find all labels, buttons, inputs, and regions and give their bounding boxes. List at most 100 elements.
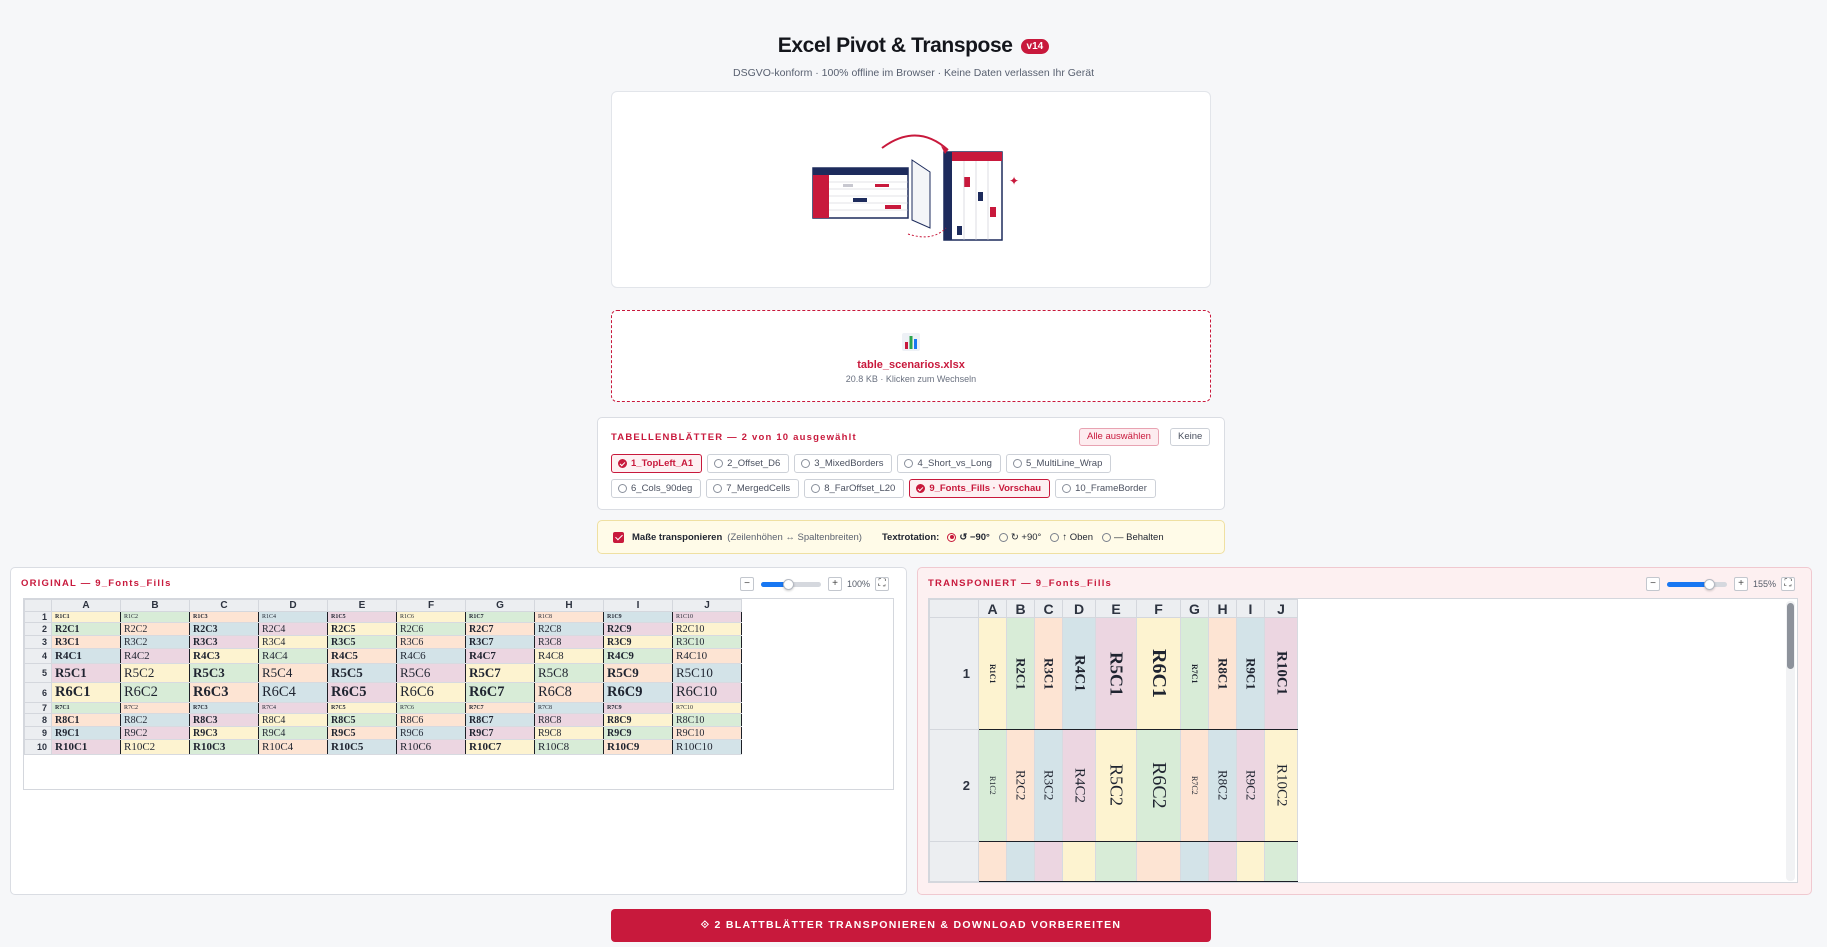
- row-header[interactable]: 10: [24, 739, 52, 755]
- grid-cell[interactable]: R6C10: [672, 682, 742, 703]
- grid-cell[interactable]: R5C2: [1095, 729, 1137, 842]
- transpose-download-button[interactable]: ⟐ 2 BLATTBLÄTTER TRANSPONIEREN & DOWNLOA…: [611, 909, 1211, 942]
- grid-cell[interactable]: [1236, 841, 1265, 882]
- grid-cell[interactable]: R5C2: [120, 663, 190, 683]
- column-header[interactable]: F: [396, 599, 466, 612]
- row-header[interactable]: 7: [24, 702, 52, 714]
- grid-cell[interactable]: R7C2: [1180, 729, 1209, 842]
- grid-cell[interactable]: R2C1: [51, 622, 121, 636]
- grid-cell[interactable]: [1062, 841, 1096, 882]
- grid-cell[interactable]: R2C2: [120, 622, 190, 636]
- grid-cell[interactable]: R7C10: [672, 702, 742, 714]
- grid-cell[interactable]: R6C8: [534, 682, 604, 703]
- grid-cell[interactable]: R5C1: [1095, 617, 1137, 730]
- column-header[interactable]: I: [603, 599, 673, 612]
- grid-cell[interactable]: R3C10: [672, 635, 742, 649]
- row-header[interactable]: 5: [24, 663, 52, 683]
- grid-cell[interactable]: R5C4: [258, 663, 328, 683]
- grid-cell[interactable]: [1034, 841, 1063, 882]
- column-header[interactable]: H: [534, 599, 604, 612]
- grid-cell[interactable]: R2C4: [258, 622, 328, 636]
- grid-cell[interactable]: [1136, 841, 1181, 882]
- original-grid[interactable]: A B C D E F G H I J 1 R1C1 R1C2 R1C3 R1C4 R1C5 R1C6 R1C7 R…: [23, 598, 894, 790]
- grid-cell[interactable]: R10C2: [1264, 729, 1298, 842]
- grid-cell[interactable]: R5C5: [327, 663, 397, 683]
- column-header[interactable]: F: [1136, 599, 1181, 618]
- grid-cell[interactable]: R9C2: [1236, 729, 1265, 842]
- grid-cell[interactable]: R10C8: [534, 739, 604, 755]
- rotation-radio[interactable]: ↺ −90°: [947, 532, 990, 543]
- grid-cell[interactable]: R9C1: [1236, 617, 1265, 730]
- sheet-chip[interactable]: 2_Offset_D6: [707, 454, 790, 473]
- grid-cell[interactable]: R3C2: [120, 635, 190, 649]
- grid-cell[interactable]: R10C10: [672, 739, 742, 755]
- grid-cell[interactable]: R10C2: [120, 739, 190, 755]
- grid-cell[interactable]: [1208, 841, 1237, 882]
- row-header[interactable]: 6: [24, 682, 52, 703]
- sheet-chip[interactable]: 7_MergedCells: [706, 479, 800, 498]
- grid-cell[interactable]: R4C6: [396, 648, 466, 664]
- row-header[interactable]: 2: [24, 622, 52, 636]
- grid-cell[interactable]: R6C2: [1136, 729, 1181, 842]
- grid-cell[interactable]: R1C7: [465, 611, 535, 623]
- column-header[interactable]: A: [51, 599, 121, 612]
- grid-cell[interactable]: R8C1: [51, 713, 121, 727]
- grid-cell[interactable]: R9C1: [51, 726, 121, 740]
- grid-cell[interactable]: R10C9: [603, 739, 673, 755]
- grid-cell[interactable]: R9C8: [534, 726, 604, 740]
- grid-cell[interactable]: R9C10: [672, 726, 742, 740]
- rotation-radio[interactable]: — Behalten: [1101, 532, 1164, 543]
- select-none-button[interactable]: Keine: [1170, 428, 1211, 446]
- grid-cell[interactable]: R3C8: [534, 635, 604, 649]
- row-header[interactable]: 4: [24, 648, 52, 664]
- grid-cell[interactable]: R7C7: [465, 702, 535, 714]
- grid-cell[interactable]: R2C2: [1006, 729, 1035, 842]
- expand-icon[interactable]: ⛶: [1781, 577, 1796, 591]
- grid-cell[interactable]: R10C7: [465, 739, 535, 755]
- grid-cell[interactable]: [1006, 841, 1035, 882]
- grid-cell[interactable]: R9C9: [603, 726, 673, 740]
- column-header[interactable]: A: [978, 599, 1007, 618]
- sheet-chip[interactable]: 1_TopLeft_A1: [611, 454, 703, 473]
- grid-cell[interactable]: R9C3: [189, 726, 259, 740]
- grid-cell[interactable]: R3C7: [465, 635, 535, 649]
- row-header[interactable]: 1: [24, 611, 52, 623]
- grid-cell[interactable]: R8C7: [465, 713, 535, 727]
- grid-cell[interactable]: R5C1: [51, 663, 121, 683]
- row-header[interactable]: 9: [24, 726, 52, 740]
- sheet-chip[interactable]: 6_Cols_90deg: [611, 479, 702, 498]
- grid-cell[interactable]: R6C9: [603, 682, 673, 703]
- row-header[interactable]: 2: [929, 729, 979, 842]
- grid-cell[interactable]: R3C1: [1034, 617, 1063, 730]
- column-header[interactable]: J: [1264, 599, 1298, 618]
- grid-cell[interactable]: R9C2: [120, 726, 190, 740]
- grid-cell[interactable]: R2C6: [396, 622, 466, 636]
- grid-cell[interactable]: R1C2: [120, 611, 190, 623]
- grid-cell[interactable]: R4C5: [327, 648, 397, 664]
- grid-cell[interactable]: R4C7: [465, 648, 535, 664]
- grid-cell[interactable]: R6C1: [1136, 617, 1181, 730]
- grid-cell[interactable]: R1C2: [978, 729, 1007, 842]
- grid-cell[interactable]: R3C6: [396, 635, 466, 649]
- grid-cell[interactable]: R2C5: [327, 622, 397, 636]
- sheet-chip[interactable]: 10_FrameBorder: [1055, 479, 1156, 498]
- zoom-in-button[interactable]: +: [828, 577, 842, 591]
- grid-cell[interactable]: R8C4: [258, 713, 328, 727]
- grid-cell[interactable]: R1C5: [327, 611, 397, 623]
- grid-cell[interactable]: R8C2: [120, 713, 190, 727]
- zoom-slider[interactable]: [761, 578, 821, 590]
- column-header[interactable]: B: [120, 599, 190, 612]
- grid-cell[interactable]: R4C2: [120, 648, 190, 664]
- grid-cell[interactable]: [978, 841, 1007, 882]
- row-header[interactable]: 1: [929, 617, 979, 730]
- grid-cell[interactable]: R8C10: [672, 713, 742, 727]
- grid-cell[interactable]: R8C2: [1208, 729, 1237, 842]
- grid-cell[interactable]: R4C1: [51, 648, 121, 664]
- grid-cell[interactable]: R5C9: [603, 663, 673, 683]
- sheet-chip[interactable]: 5_MultiLine_Wrap: [1005, 454, 1112, 473]
- grid-cell[interactable]: R1C6: [396, 611, 466, 623]
- grid-cell[interactable]: R1C4: [258, 611, 328, 623]
- grid-cell[interactable]: R3C4: [258, 635, 328, 649]
- zoom-in-button[interactable]: +: [1734, 577, 1748, 591]
- column-header[interactable]: I: [1236, 599, 1265, 618]
